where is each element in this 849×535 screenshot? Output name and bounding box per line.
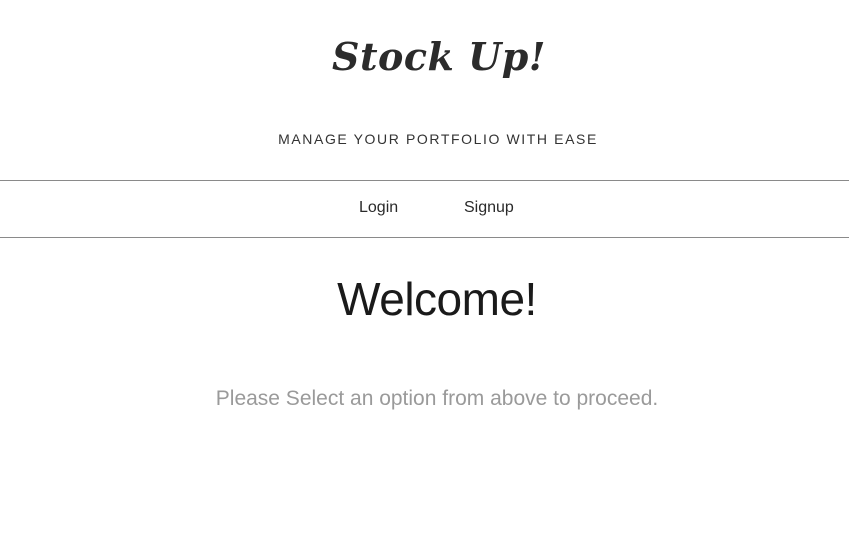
site-tagline: MANAGE YOUR PORTFOLIO WITH EASE	[278, 131, 598, 147]
welcome-heading: Welcome!	[337, 273, 537, 325]
nav-login-link[interactable]: Login	[359, 199, 398, 217]
main-nav: Login Signup	[0, 180, 849, 238]
instruction-text: Please Select an option from above to pr…	[215, 387, 659, 410]
nav-signup-link[interactable]: Signup	[464, 199, 514, 217]
page: Stock Up! MANAGE YOUR PORTFOLIO WITH EAS…	[0, 0, 849, 535]
site-logo: Stock Up!	[332, 34, 546, 79]
